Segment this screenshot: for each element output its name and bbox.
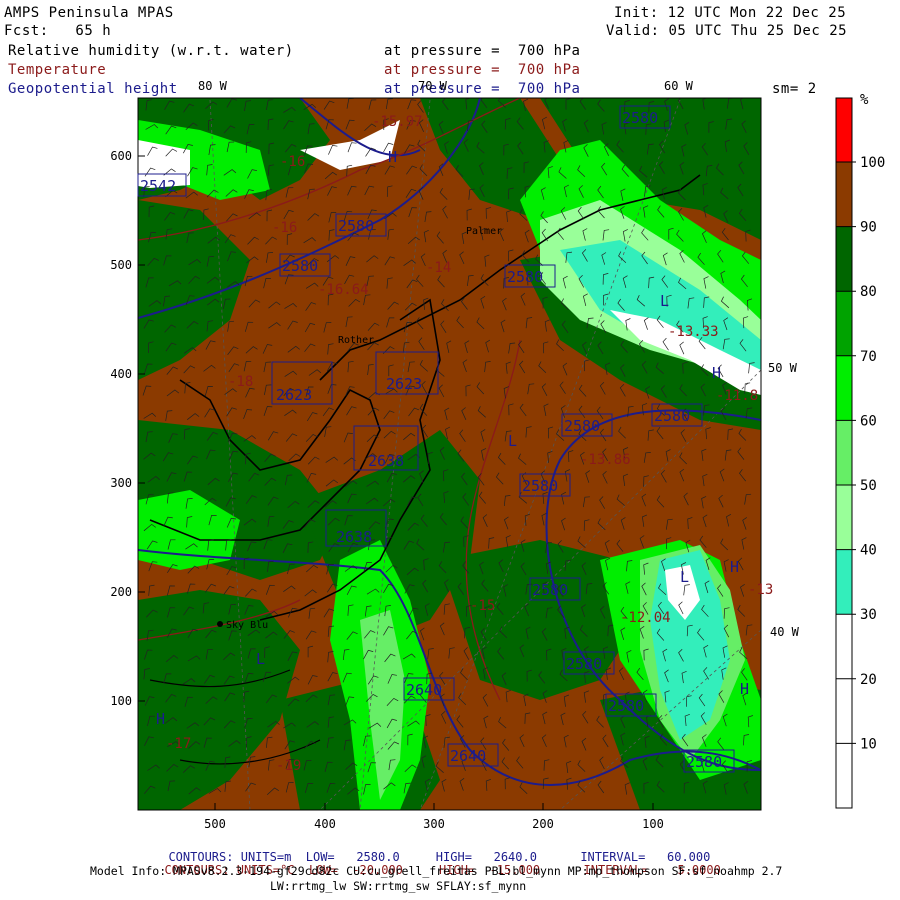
footer-model-info-2: LW:rrtmg_lw SW:rrtmg_sw SFLAY:sf_mynn [270, 879, 527, 893]
colorbar-label: 40 [860, 543, 877, 559]
colorbar-label: 10 [860, 736, 877, 752]
colorbar-unit: % [860, 92, 869, 108]
colorbar-cell [836, 678, 852, 744]
colorbar-cell [836, 549, 852, 615]
colorbar-label: 80 [860, 284, 877, 300]
colorbar-cell [836, 614, 852, 679]
colorbar-label: 90 [860, 220, 877, 236]
colorbar-cell [836, 743, 852, 808]
colorbar-label: 100 [860, 155, 885, 171]
colorbar-cell [836, 98, 852, 162]
colorbar-label: 60 [860, 413, 877, 429]
colorbar-cell [836, 291, 852, 356]
colorbar-cell [836, 162, 852, 227]
colorbar-label: 50 [860, 478, 877, 494]
colorbar-cell [836, 226, 852, 292]
colorbar: 100 90 80 70 60 50 40 30 20 10 % [835, 92, 885, 809]
colorbar-cell [836, 485, 852, 550]
footer-model-info: Model Info: MPASv8.2.3-194-gf29cd82c CU:… [90, 864, 783, 878]
colorbar-cell [836, 420, 852, 485]
colorbar-cell [836, 355, 852, 421]
colorbar-label: 20 [860, 672, 877, 688]
colorbar-label: 30 [860, 607, 877, 623]
colorbar-label: 70 [860, 349, 877, 365]
